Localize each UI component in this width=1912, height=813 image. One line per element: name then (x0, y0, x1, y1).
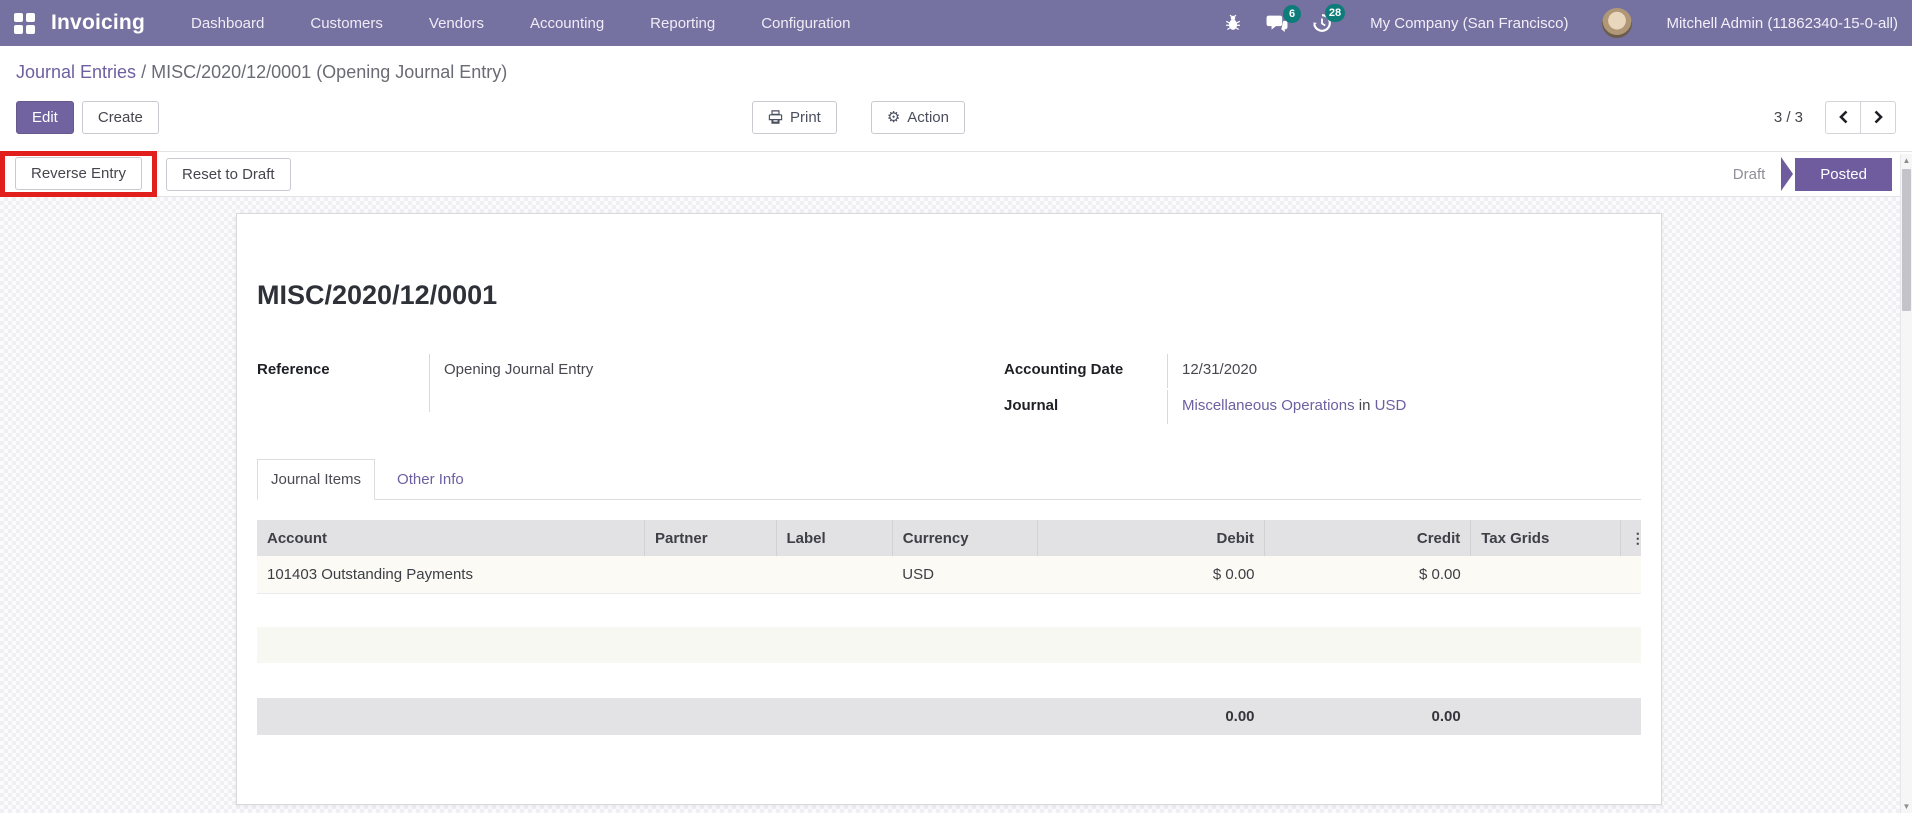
menu-dashboard[interactable]: Dashboard (191, 15, 264, 32)
status-stage-draft[interactable]: Draft (1733, 166, 1766, 183)
scroll-up-icon[interactable]: ▲ (1901, 154, 1912, 167)
action-label: Action (907, 108, 949, 126)
reference-value: Opening Journal Entry (429, 354, 897, 412)
journal-field-row: Journal Miscellaneous Operations in USD (1004, 390, 1624, 424)
column-currency[interactable]: Currency (892, 520, 1039, 556)
empty-row (257, 593, 1641, 627)
totals-row: 0.00 0.00 (257, 698, 1641, 735)
gear-icon: ⚙ (886, 108, 901, 126)
reverse-entry-button[interactable]: Reverse Entry (15, 157, 143, 190)
user-menu[interactable]: Mitchell Admin (11862340-15-0-all) (1666, 15, 1898, 32)
tab-other-info[interactable]: Other Info (384, 460, 477, 499)
systray: 6 28 My Company (San Francisco) Mitchell… (1224, 4, 1898, 38)
company-switcher[interactable]: My Company (San Francisco) (1370, 15, 1568, 32)
highlight-box: Reverse Entry (0, 150, 158, 197)
action-button[interactable]: ⚙ Action (870, 100, 965, 134)
menu-customers[interactable]: Customers (310, 15, 383, 32)
journal-label: Journal (1004, 397, 1059, 414)
column-account[interactable]: Account (257, 520, 646, 556)
cell-account[interactable]: 101403 Outstanding Payments (257, 556, 645, 594)
chevron-left-icon (1838, 110, 1847, 124)
table-header-row: Account Partner Label Currency Debit Cre… (257, 520, 1645, 556)
statusbar: Reverse Entry Reset to Draft Draft Poste… (0, 150, 1912, 197)
menu-reporting[interactable]: Reporting (650, 15, 715, 32)
messages-badge: 6 (1283, 4, 1302, 23)
debug-bug-icon[interactable] (1224, 14, 1242, 32)
messages-systray[interactable]: 6 (1266, 4, 1302, 33)
pager-next-button[interactable] (1860, 100, 1896, 134)
edit-button[interactable]: Edit (16, 100, 74, 134)
form-fields: Reference Opening Journal Entry Accounti… (257, 354, 1641, 424)
cell-tax-grids[interactable] (1470, 556, 1621, 594)
journal-link[interactable]: Miscellaneous Operations (1182, 397, 1355, 414)
form-view-content: MISC/2020/12/0001 Reference Opening Jour… (0, 197, 1912, 813)
total-debit: 0.00 (1037, 698, 1265, 735)
chevron-right-icon (1874, 110, 1883, 124)
accounting-date-field-row: Accounting Date 12/31/2020 (1004, 354, 1624, 388)
invoicing-app-window: Invoicing Dashboard Customers Vendors Ac… (0, 0, 1912, 813)
breadcrumb: Journal Entries / MISC/2020/12/0001 (Ope… (0, 46, 1912, 93)
main-menu: Dashboard Customers Vendors Accounting R… (191, 15, 850, 32)
column-partner[interactable]: Partner (644, 520, 777, 556)
vertical-scrollbar[interactable]: ▲ ▼ (1900, 154, 1912, 813)
breadcrumb-separator: / (136, 62, 152, 82)
pager: 3 / 3 (1774, 100, 1896, 134)
cell-currency[interactable]: USD (892, 556, 1038, 594)
menu-configuration[interactable]: Configuration (761, 15, 850, 32)
reset-to-draft-button[interactable]: Reset to Draft (166, 157, 291, 191)
journal-currency-link[interactable]: USD (1375, 397, 1407, 414)
table-row[interactable]: 101403 Outstanding Payments USD $ 0.00 $… (257, 556, 1641, 594)
cell-partner[interactable] (644, 556, 776, 594)
print-label: Print (790, 108, 821, 126)
journal-in-text: in (1358, 397, 1371, 414)
stripe-row (257, 627, 1641, 663)
control-panel-buttons: Edit Create Print ⚙ Action 3 / 3 (0, 93, 1912, 141)
cell-debit[interactable]: $ 0.00 (1037, 556, 1265, 594)
top-navbar: Invoicing Dashboard Customers Vendors Ac… (0, 0, 1912, 46)
breadcrumb-current: MISC/2020/12/0001 (Opening Journal Entry… (151, 62, 508, 82)
apps-menu-icon[interactable] (14, 12, 35, 34)
journal-entry-title: MISC/2020/12/0001 (257, 280, 498, 310)
column-credit[interactable]: Credit (1264, 520, 1472, 556)
activities-badge: 28 (1324, 4, 1346, 22)
printer-icon (768, 110, 783, 124)
status-stage-posted[interactable]: Posted (1781, 157, 1892, 191)
status-posted-label: Posted (1795, 157, 1892, 191)
pager-value[interactable]: 3 / 3 (1774, 109, 1803, 126)
empty-row (257, 663, 1641, 698)
menu-accounting[interactable]: Accounting (530, 15, 604, 32)
optional-columns-icon[interactable]: ⋮ (1620, 520, 1645, 556)
bug-icon (1226, 14, 1241, 31)
breadcrumb-journal-entries[interactable]: Journal Entries (16, 62, 136, 82)
reference-field-row: Reference Opening Journal Entry (257, 354, 897, 412)
field-group-right: Accounting Date 12/31/2020 Journal Misce… (1004, 354, 1624, 424)
journal-value: Miscellaneous Operations in USD (1167, 390, 1624, 424)
status-widget: Draft Posted (1733, 157, 1892, 191)
print-button[interactable]: Print (752, 100, 837, 134)
create-button[interactable]: Create (81, 100, 159, 134)
journal-items-table: Account Partner Label Currency Debit Cre… (257, 520, 1645, 735)
column-debit[interactable]: Debit (1037, 520, 1266, 556)
field-group-left: Reference Opening Journal Entry (257, 354, 897, 424)
activities-systray[interactable]: 28 (1312, 4, 1346, 33)
column-label[interactable]: Label (776, 520, 893, 556)
accounting-date-label: Accounting Date (1004, 361, 1124, 378)
scroll-down-icon[interactable]: ▼ (1901, 800, 1912, 813)
reference-label: Reference (257, 361, 330, 378)
accounting-date-value: 12/31/2020 (1167, 354, 1624, 388)
total-credit: 0.00 (1264, 698, 1471, 735)
user-avatar[interactable] (1602, 8, 1633, 38)
pager-previous-button[interactable] (1825, 100, 1861, 134)
arrow-right-icon (1781, 157, 1794, 191)
app-name[interactable]: Invoicing (51, 11, 145, 35)
form-sheet: MISC/2020/12/0001 Reference Opening Jour… (236, 213, 1662, 805)
action-menus: Print ⚙ Action (752, 100, 965, 134)
notebook-tabs: Journal Items Other Info (257, 459, 1641, 500)
menu-vendors[interactable]: Vendors (429, 15, 484, 32)
scrollbar-thumb[interactable] (1902, 169, 1911, 311)
cell-credit[interactable]: $ 0.00 (1264, 556, 1471, 594)
tab-journal-items[interactable]: Journal Items (257, 459, 376, 500)
cell-label[interactable] (776, 556, 893, 594)
column-tax-grids[interactable]: Tax Grids (1470, 520, 1621, 556)
